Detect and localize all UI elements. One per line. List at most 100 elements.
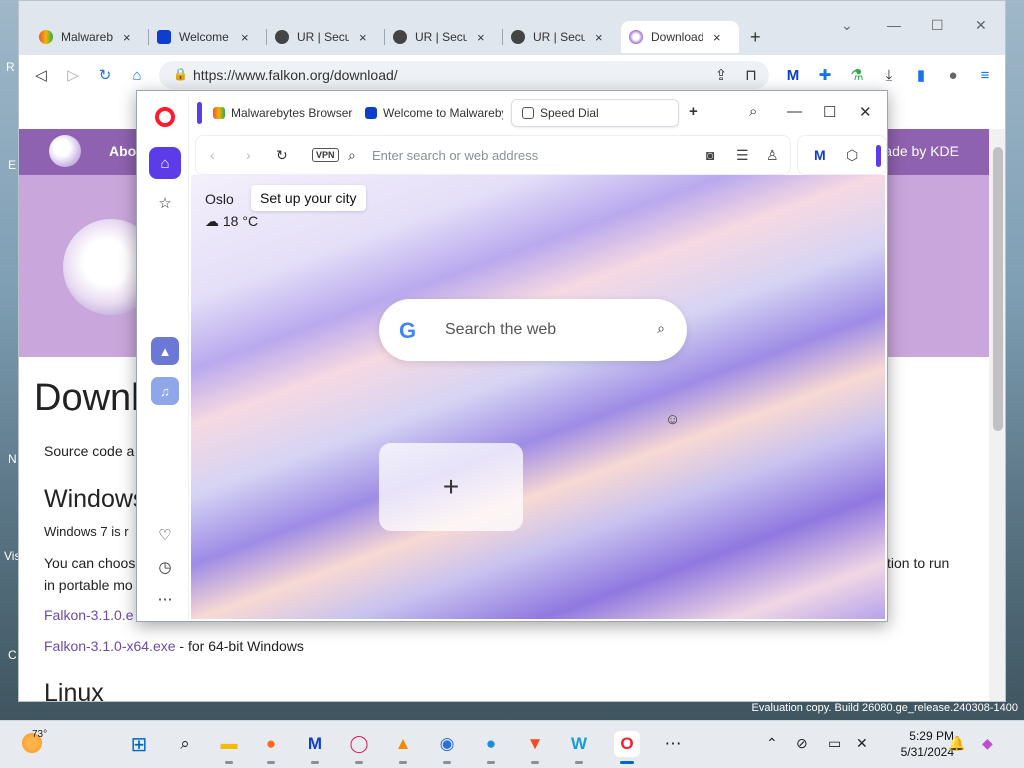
- vpn-badge[interactable]: VPN: [312, 148, 339, 162]
- download-link-x64[interactable]: Falkon-3.1.0-x64.exe: [44, 638, 176, 654]
- brave-icon[interactable]: ▼: [522, 731, 548, 764]
- easy-setup-icon[interactable]: ☰: [736, 147, 749, 164]
- display-icon[interactable]: ▭: [828, 735, 841, 752]
- weather-widget-temp[interactable]: 73°: [32, 729, 47, 740]
- tab-search-icon[interactable]: ⌄: [841, 17, 853, 34]
- desktop-icon-label[interactable]: C: [8, 648, 17, 662]
- forward-icon[interactable]: ▷: [63, 65, 83, 85]
- opera-logo-icon[interactable]: [155, 107, 175, 127]
- side-panel-icon[interactable]: ▮: [911, 65, 931, 85]
- more-apps-icon[interactable]: ⋯: [660, 731, 686, 757]
- cloud-icon: ☁: [205, 213, 223, 229]
- close-icon[interactable]: ×: [713, 30, 721, 45]
- address-bar[interactable]: 🔒 https://www.falkon.org/download/: [159, 61, 769, 89]
- desktop-icon-label[interactable]: R: [6, 60, 15, 74]
- malwarebytes-icon: [157, 30, 171, 44]
- camera-icon[interactable]: ◙: [706, 147, 714, 163]
- profile-icon[interactable]: ●: [943, 65, 963, 85]
- chrome-tab[interactable]: Malwarebytes ×: [31, 21, 149, 53]
- chrome-tab[interactable]: Welcome ×: [149, 21, 267, 53]
- more-icon[interactable]: ⋯: [149, 583, 181, 615]
- close-icon[interactable]: ×: [359, 30, 367, 45]
- desktop-icon-label[interactable]: N: [8, 452, 17, 466]
- share-icon[interactable]: ⇪: [711, 65, 731, 85]
- opera-tab[interactable]: Welcome to Malwarebytes: [355, 99, 503, 127]
- minimize-icon[interactable]: —: [887, 17, 901, 33]
- volume-muted-icon[interactable]: ✕: [856, 735, 868, 752]
- start-icon[interactable]: ⊞: [126, 731, 152, 757]
- new-tab-button[interactable]: +: [750, 27, 761, 48]
- close-icon[interactable]: ×: [241, 30, 249, 45]
- weather-city[interactable]: Oslo: [205, 191, 234, 207]
- forward-icon[interactable]: ›: [246, 147, 251, 163]
- aria-app-icon[interactable]: ▲: [151, 337, 179, 365]
- search-icon[interactable]: ⌕: [657, 320, 665, 337]
- chrome-tab-active[interactable]: Download ×: [621, 21, 739, 53]
- new-tab-button[interactable]: +: [689, 103, 698, 120]
- weather-setup-tooltip[interactable]: Set up your city: [251, 185, 366, 211]
- windows-note: Windows 7 is r: [44, 524, 129, 539]
- home-icon[interactable]: ⌂: [127, 65, 147, 85]
- scrollbar-thumb[interactable]: [993, 147, 1003, 431]
- opera-icon[interactable]: O: [614, 731, 640, 764]
- opera-tab[interactable]: Malwarebytes Browser: [203, 99, 355, 127]
- malwarebytes-extension-icon[interactable]: M: [814, 147, 826, 163]
- opera-gx-icon[interactable]: ◯: [346, 731, 372, 764]
- chrome-tab[interactable]: UR | Secure ×: [267, 21, 385, 53]
- account-icon[interactable]: ♙: [766, 147, 779, 164]
- falkon-logo[interactable]: [49, 135, 81, 167]
- maximize-icon[interactable]: ☐: [931, 17, 944, 34]
- chrome-scrollbar[interactable]: [989, 129, 1005, 701]
- clock[interactable]: 5:29 PM 5/31/2024: [901, 728, 954, 760]
- maximize-icon[interactable]: ☐: [823, 103, 836, 121]
- opera-tab-active[interactable]: Speed Dial: [511, 99, 679, 127]
- close-icon[interactable]: ×: [123, 30, 131, 45]
- firefox-icon[interactable]: ●: [258, 731, 284, 764]
- malwarebytes-extension-icon[interactable]: M: [783, 65, 803, 85]
- reload-icon[interactable]: ↻: [95, 65, 115, 85]
- close-window-icon[interactable]: ✕: [859, 103, 872, 121]
- add-speed-dial-button[interactable]: +: [379, 443, 523, 531]
- copilot-icon[interactable]: ◆: [982, 735, 993, 752]
- file-explorer-icon[interactable]: ▬: [216, 731, 242, 764]
- wavebox-icon[interactable]: W: [566, 731, 592, 764]
- notification-bell-icon[interactable]: 🔔: [948, 735, 965, 752]
- close-icon[interactable]: ×: [595, 30, 603, 45]
- choose-text: You can choos: [44, 555, 136, 571]
- close-window-icon[interactable]: ✕: [975, 17, 987, 34]
- back-icon[interactable]: ‹: [210, 147, 215, 163]
- minimize-icon[interactable]: —: [787, 103, 802, 120]
- show-hidden-icons[interactable]: ⌃: [766, 735, 778, 752]
- menu-icon[interactable]: ≡: [975, 65, 995, 85]
- home-icon[interactable]: ⌂: [149, 147, 181, 179]
- close-icon[interactable]: ×: [477, 30, 485, 45]
- chrome-icon[interactable]: ◉: [434, 731, 460, 764]
- malwarebytes-icon: [365, 107, 377, 119]
- extensions-icon[interactable]: ⬡: [846, 147, 858, 164]
- address-placeholder[interactable]: Enter search or web address: [372, 148, 538, 163]
- network-offline-icon[interactable]: ⊘: [796, 735, 808, 752]
- speed-dial-page: Oslo Set up your city ☁ 18 °C G Search t…: [191, 175, 885, 619]
- smiley-icon[interactable]: ☺: [665, 411, 680, 428]
- download-link-x86[interactable]: Falkon-3.1.0.e: [44, 607, 134, 623]
- extensions-icon[interactable]: ✚: [815, 65, 835, 85]
- search-icon[interactable]: ⌕: [172, 731, 198, 757]
- browser-icon[interactable]: ●: [478, 731, 504, 764]
- history-icon[interactable]: ◷: [149, 551, 181, 583]
- download-icon[interactable]: ⤓: [879, 65, 899, 85]
- chrome-tab[interactable]: UR | Secure ×: [385, 21, 503, 53]
- chrome-tab[interactable]: UR | Secure ×: [503, 21, 621, 53]
- web-search-box[interactable]: G Search the web ⌕: [379, 299, 687, 361]
- music-player-icon[interactable]: ♫: [151, 377, 179, 405]
- search-tabs-icon[interactable]: ⌕: [749, 103, 757, 120]
- bookmarks-icon[interactable]: ☆: [149, 187, 181, 219]
- extension-icon[interactable]: ⚗: [847, 65, 867, 85]
- back-icon[interactable]: ◁: [31, 65, 51, 85]
- malwarebytes-icon[interactable]: M: [302, 731, 328, 764]
- vlc-icon[interactable]: ▲: [390, 731, 416, 764]
- heart-icon[interactable]: ♡: [149, 519, 181, 551]
- address-bar[interactable]: ‹ › ↻ VPN ⌕ Enter search or web address …: [195, 135, 791, 175]
- desktop-icon-label[interactable]: E: [8, 158, 16, 172]
- reload-icon[interactable]: ↻: [276, 147, 288, 164]
- bookmark-icon[interactable]: ⊓: [741, 65, 761, 85]
